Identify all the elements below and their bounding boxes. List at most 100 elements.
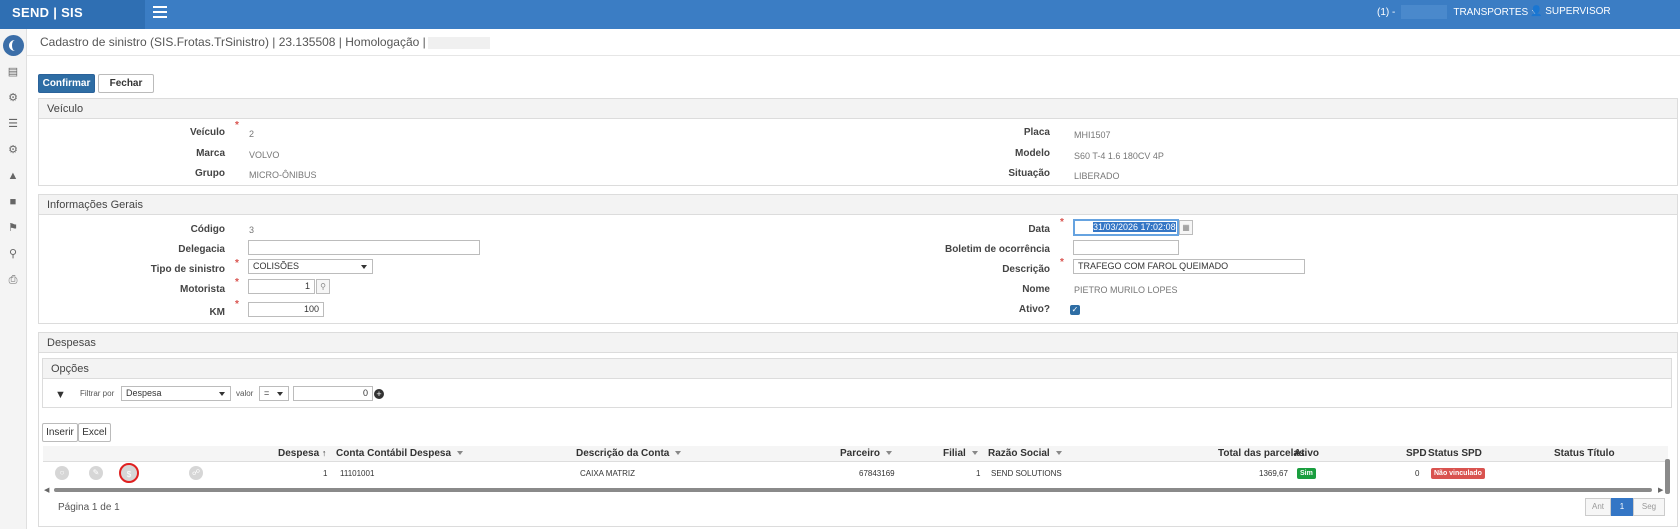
company-prefix: (1) - <box>1377 7 1396 18</box>
top-bar: SEND | SIS (1) - TRANSPORTES 👤 SUPERVISOR… <box>0 0 1680 41</box>
column-total[interactable]: Total das parcelas <box>1218 448 1305 459</box>
active-checkbox[interactable]: ✓ <box>1070 305 1080 315</box>
column-status-titulo[interactable]: Status Título <box>1554 448 1615 459</box>
group-label: Grupo <box>195 168 225 179</box>
currency-icon[interactable]: $ <box>119 463 139 483</box>
value-label: valor <box>236 389 254 398</box>
description-input[interactable]: TRAFEGO COM FAROL QUEIMADO <box>1073 259 1305 274</box>
driver-label: Motorista <box>180 284 225 295</box>
options-panel-title: Opções <box>43 359 1671 379</box>
column-ativo[interactable]: Ativo <box>1294 448 1319 459</box>
page-title: Cadastro de sinistro (SIS.Frotas.TrSinis… <box>40 35 490 49</box>
chevron-down-icon <box>1055 451 1062 456</box>
calendar-icon[interactable]: ▦ <box>1179 220 1193 235</box>
filter-icon[interactable]: ▼ <box>55 389 66 401</box>
cell-despesa: 1 <box>323 469 328 478</box>
driver-input[interactable]: 1 <box>248 279 315 294</box>
page-title-text: Cadastro de sinistro (SIS.Frotas.TrSinis… <box>40 35 426 49</box>
attachment-icon[interactable]: ☍ <box>189 466 203 480</box>
insert-button[interactable]: Inserir <box>42 423 78 442</box>
expenses-grid-header: Despesa ↑ Conta Contábil Despesa Descriç… <box>43 446 1668 462</box>
cell-total: 1369,67 <box>1259 469 1288 478</box>
confirm-button[interactable]: Confirmar <box>38 74 95 93</box>
cell-filial: 1 <box>976 469 981 478</box>
police-station-input[interactable] <box>248 240 480 255</box>
required-marker: * <box>235 120 239 131</box>
next-page-button[interactable]: Seg <box>1633 498 1665 516</box>
required-marker: * <box>1060 257 1064 268</box>
plate-label: Placa <box>1023 127 1050 138</box>
column-descricao[interactable]: Descrição da Conta <box>576 448 682 459</box>
expenses-panel-title: Despesas <box>39 333 1677 353</box>
column-filial[interactable]: Filial <box>943 448 978 459</box>
list-icon[interactable]: ☰ <box>7 118 19 130</box>
status-spd-badge: Não vinculado <box>1431 468 1485 479</box>
model-value: S60 T-4 1.6 180CV 4P <box>1074 151 1164 161</box>
edit-icon[interactable]: ✎ <box>89 466 103 480</box>
page-1-button[interactable]: 1 <box>1611 498 1633 516</box>
filter-operator-select[interactable]: = <box>259 386 289 401</box>
code-value: 3 <box>249 225 255 235</box>
column-despesa-label: Despesa <box>278 448 320 459</box>
vehicle-label: Veículo <box>189 127 225 138</box>
print-icon[interactable]: ⎙ <box>7 274 19 286</box>
police-report-label: Boletim de ocorrência <box>944 244 1050 255</box>
column-parceiro-label: Parceiro <box>840 448 881 459</box>
cell-razao: SEND SOLUTIONS <box>991 469 1062 478</box>
company-name-redacted <box>1401 5 1448 20</box>
active-label: Ativo? <box>1018 304 1050 315</box>
description-label: Descrição <box>1002 264 1050 275</box>
dashboard-chart-icon[interactable]: ▤ <box>7 66 19 78</box>
column-razao[interactable]: Razão Social <box>988 448 1062 459</box>
column-filial-label: Filial <box>943 448 966 459</box>
group-value: MICRO-ÔNIBUS <box>249 170 317 180</box>
scroll-left-icon[interactable]: ◀ <box>44 486 49 494</box>
column-spd[interactable]: SPD <box>1406 448 1427 459</box>
area-chart-icon[interactable]: ▲ <box>7 170 19 182</box>
view-icon[interactable]: ○ <box>55 466 69 480</box>
gear-icon[interactable]: ⚙ <box>7 92 19 104</box>
status-label: Situação <box>1008 168 1050 179</box>
driver-search-icon[interactable]: ⚲ <box>316 279 330 294</box>
truck-icon[interactable]: ■ <box>7 196 19 208</box>
table-row[interactable]: ○ ✎ $ ☍ 1 11101001 CAIXA MATRIZ 67843169… <box>43 463 1668 483</box>
brand-logo[interactable]: SEND | SIS <box>0 0 145 29</box>
vehicle-panel-title: Veículo <box>39 99 1677 119</box>
chevron-down-icon <box>675 451 682 456</box>
date-input[interactable]: 31/03/2026 17:02:08 <box>1073 219 1179 236</box>
cell-spd: 0 <box>1415 469 1420 478</box>
claim-type-select[interactable]: COLISÕES <box>248 259 373 274</box>
close-button[interactable]: Fechar <box>98 74 154 93</box>
sort-arrow-icon: ↑ <box>321 448 327 458</box>
user-icon: 👤 <box>1530 6 1543 17</box>
date-input-value: 31/03/2026 17:02:08 <box>1093 222 1176 232</box>
app-logo-icon[interactable] <box>3 35 24 56</box>
km-input[interactable]: 100 <box>248 302 324 317</box>
cell-conta: 11101001 <box>340 469 375 478</box>
excel-button[interactable]: Excel <box>78 423 111 442</box>
flag-icon[interactable]: ⚑ <box>7 222 19 234</box>
company-selector[interactable]: (1) - TRANSPORTES <box>1377 0 1539 26</box>
vertical-scrollbar[interactable] <box>1665 459 1670 494</box>
scroll-right-icon[interactable]: ▶ <box>1658 486 1663 494</box>
filter-value-input[interactable]: 0 <box>293 386 373 401</box>
column-conta[interactable]: Conta Contábil Despesa <box>336 448 464 459</box>
model-label: Modelo <box>1015 148 1050 159</box>
claim-type-label: Tipo de sinistro <box>150 264 225 275</box>
plate-value: MHI1507 <box>1074 130 1111 140</box>
column-status-spd[interactable]: Status SPD <box>1428 448 1482 459</box>
column-despesa[interactable]: Despesa ↑ <box>278 448 326 459</box>
user-name: SUPERVISOR (SUPERVISOR) <box>1530 6 1611 41</box>
column-parceiro[interactable]: Parceiro <box>840 448 893 459</box>
menu-toggle-icon[interactable] <box>153 6 167 18</box>
filter-field-select[interactable]: Despesa <box>121 386 231 401</box>
gears-icon[interactable]: ⚙ <box>7 144 19 156</box>
prev-page-button[interactable]: Ant <box>1585 498 1611 516</box>
add-filter-icon[interactable]: + <box>374 389 384 399</box>
user-menu[interactable]: 👤 SUPERVISOR (SUPERVISOR) <box>1530 0 1680 48</box>
police-report-input[interactable] <box>1073 240 1179 255</box>
date-label: Data <box>1028 224 1050 235</box>
horizontal-scrollbar[interactable]: ◀ ▶ <box>44 486 1664 494</box>
search-icon[interactable]: ⚲ <box>7 248 19 260</box>
scrollbar-thumb[interactable] <box>54 488 1652 492</box>
